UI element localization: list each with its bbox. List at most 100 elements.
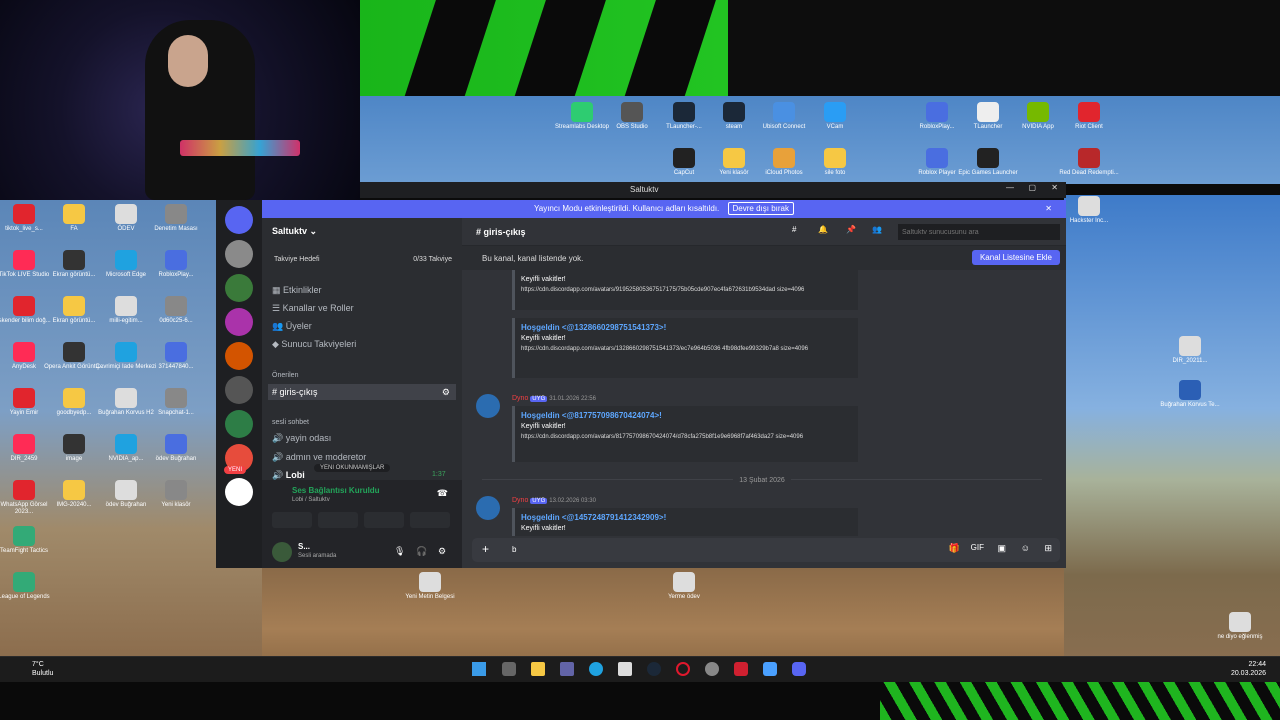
tray-clock[interactable]: 22:44 20.03.2026 <box>1231 660 1266 678</box>
discord-icon[interactable] <box>792 662 806 676</box>
headphone-icon[interactable]: 🎧 <box>416 546 427 557</box>
desktop-icon[interactable]: Denetim Masası <box>144 204 208 233</box>
pin-icon[interactable]: 📌 <box>846 225 856 234</box>
sticker-icon[interactable]: ▣ <box>997 543 1006 554</box>
embed-link[interactable]: https://cdn.discordapp.com/avatars/91952… <box>521 285 852 296</box>
app-icon <box>13 572 35 592</box>
menu-events[interactable]: ▦ Etkinlikler <box>272 282 322 298</box>
desktop-icon[interactable]: Yeni Metin Belgesi <box>398 572 462 601</box>
boost-goal[interactable]: Takviye Hedefi 0/33 Takviye <box>274 256 452 263</box>
desktop-icon[interactable]: League of Legends <box>0 572 56 601</box>
maximize-button[interactable]: ▢ <box>1028 183 1036 192</box>
boost-value: 0/33 Takviye <box>413 256 452 263</box>
avatar[interactable] <box>476 496 500 520</box>
desktop-icon[interactable]: Riot Client <box>1057 102 1121 131</box>
server-icon[interactable] <box>225 478 253 506</box>
desktop-icon[interactable]: ne diyo eğlenmiş <box>1208 612 1272 641</box>
server-icon[interactable] <box>225 342 253 370</box>
search-input[interactable] <box>898 224 1060 240</box>
desktop-icon-label: 371447840... <box>158 364 194 370</box>
desktop-icon[interactable]: RobloxPlay... <box>144 250 208 279</box>
desktop-icon[interactable]: Hackster Inc... <box>1057 196 1121 225</box>
activities-button[interactable] <box>364 512 404 528</box>
desktop-icon[interactable]: Red Dead Redempti... <box>1057 148 1121 177</box>
app-icon[interactable] <box>763 662 777 676</box>
disconnect-icon[interactable]: ☎ <box>437 488 448 499</box>
channel-giris-cikis[interactable]: # giris-çıkış ⚙ <box>268 384 456 400</box>
members-icon[interactable]: 👥 <box>872 225 882 234</box>
channel-label: admın ve moderetor <box>285 452 367 462</box>
add-attachment-icon[interactable]: + <box>482 542 489 556</box>
menu-boosts[interactable]: ◆ Sunucu Takviyeleri <box>272 336 356 352</box>
teams-icon[interactable] <box>560 662 574 676</box>
server-header[interactable]: Saltuktv ⌄ <box>272 226 317 237</box>
message-input[interactable]: b <box>512 545 516 554</box>
soundboard-button[interactable] <box>410 512 450 528</box>
home-icon[interactable] <box>225 206 253 234</box>
desktop-icon[interactable]: DIR_20211... <box>1158 336 1222 365</box>
server-icon[interactable] <box>225 308 253 336</box>
desktop-icon-label: Buğrahan Korvus Te... <box>1160 402 1220 408</box>
user-status: Sesli aramada <box>298 553 337 559</box>
voice-category[interactable]: sesli sohbet <box>272 415 309 431</box>
author-name[interactable]: Dyno <box>512 497 528 504</box>
disable-streamer-mode-button[interactable]: Devre dışı bırak <box>727 202 794 215</box>
camera-button[interactable] <box>272 512 312 528</box>
desktop-icon[interactable]: ödev Buğrahan <box>144 434 208 463</box>
threads-icon[interactable]: # <box>792 225 796 234</box>
app-icon <box>977 102 999 122</box>
weather-widget[interactable]: 7°C Bulutlu <box>12 660 53 678</box>
bell-icon[interactable]: 🔔 <box>818 225 828 234</box>
apps-icon[interactable]: ⊞ <box>1044 543 1052 554</box>
desktop-icon[interactable]: VCam <box>803 102 867 131</box>
desktop-icon[interactable]: Snapchat-1... <box>144 388 208 417</box>
voice-channel-yayin[interactable]: 🔊 yayin odası <box>272 430 331 446</box>
embed-mention[interactable]: Hoşgeldin <@1328660298751541373>! <box>521 322 852 333</box>
steam-icon[interactable] <box>647 662 661 676</box>
emoji-icon[interactable]: ☺ <box>1021 543 1030 553</box>
server-icon[interactable] <box>225 410 253 438</box>
desktop-icon[interactable]: 0d60c25-6... <box>144 296 208 325</box>
desktop-icon[interactable]: sile foto <box>803 148 867 177</box>
desktop-icon-label: Yeni Metin Belgesi <box>405 594 455 600</box>
menu-channels-roles[interactable]: ☰ Kanallar ve Roller <box>272 300 354 316</box>
file-explorer-icon[interactable] <box>531 662 545 676</box>
server-icon[interactable] <box>225 376 253 404</box>
avatar[interactable] <box>272 542 292 562</box>
add-channel-button[interactable]: Kanal Listesine Ekle <box>971 250 1060 265</box>
gift-icon[interactable]: 🎁 <box>949 543 960 554</box>
close-icon[interactable]: ✕ <box>1045 200 1052 218</box>
embed-link[interactable]: https://cdn.discordapp.com/avatars/13286… <box>521 344 852 355</box>
minimize-button[interactable]: — <box>1006 183 1014 192</box>
screenshare-button[interactable] <box>318 512 358 528</box>
close-window-button[interactable]: ✕ <box>1051 183 1058 192</box>
start-icon[interactable] <box>472 662 486 676</box>
embed-mention[interactable]: Hoşgeldin <@817757098670424074>! <box>521 410 852 421</box>
app-icon[interactable] <box>705 662 719 676</box>
desktop-icon[interactable]: TeamFight Tactics <box>0 526 56 555</box>
gif-icon[interactable]: GIF <box>971 543 984 552</box>
desktop-icon-label: ödev Buğrahan <box>155 456 197 462</box>
server-icon[interactable] <box>225 274 253 302</box>
menu-members[interactable]: 👥 Üyeler <box>272 318 312 334</box>
app-icon[interactable] <box>734 662 748 676</box>
edge-icon[interactable] <box>589 662 603 676</box>
opera-icon[interactable] <box>676 662 690 676</box>
voice-channel-admin[interactable]: 🔊 admın ve moderetor <box>272 449 366 465</box>
desktop-icon[interactable]: Yeni klasör <box>144 480 208 509</box>
desktop-icon[interactable]: Epic Games Launcher <box>956 148 1020 177</box>
desktop-icon[interactable]: 371447840... <box>144 342 208 371</box>
embed-link[interactable]: https://cdn.discordapp.com/avatars/81775… <box>521 432 852 443</box>
server-icon[interactable] <box>225 240 253 268</box>
unread-pill[interactable]: YENI OKUNMAMIŞLAR <box>314 464 391 472</box>
embed-mention[interactable]: Hoşgeldin <@1457248791412342909>! <box>521 512 852 523</box>
author-name[interactable]: Dyno <box>512 395 528 402</box>
gear-icon[interactable]: ⚙ <box>442 384 450 400</box>
desktop-icon[interactable]: Buğrahan Korvus Te... <box>1158 380 1222 409</box>
store-icon[interactable] <box>618 662 632 676</box>
settings-gear-icon[interactable]: ⚙ <box>438 546 446 557</box>
avatar[interactable] <box>476 394 500 418</box>
search-icon[interactable] <box>502 662 516 676</box>
desktop-icon[interactable]: Yerme ödev <box>652 572 716 601</box>
mic-icon[interactable]: 🎙 <box>394 546 405 557</box>
